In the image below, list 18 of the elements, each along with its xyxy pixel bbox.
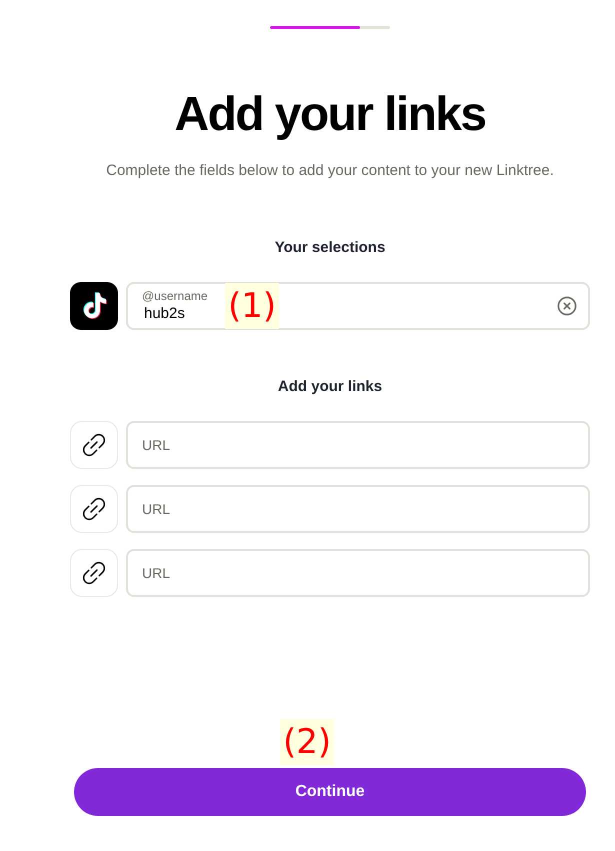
url-input-field[interactable]: URL — [126, 549, 590, 597]
clear-icon — [557, 296, 577, 316]
section-heading: Your selections — [274, 238, 386, 258]
annotation-label: (2) — [280, 719, 334, 765]
page-subtitle: Complete the fields below to add your content to your new Linktree. — [105, 161, 555, 181]
page-title: Add your links — [174, 87, 486, 143]
section-heading: Add your links — [276, 377, 384, 397]
field-label: @username — [142, 289, 208, 303]
annotation-label: (1) — [225, 283, 280, 329]
clear-button[interactable] — [556, 295, 578, 317]
username-input[interactable]: hub2s — [144, 305, 204, 323]
url-input-field[interactable]: URL — [126, 421, 590, 469]
link-icon — [82, 497, 106, 521]
app-logo-icon — [70, 282, 118, 330]
continue-button[interactable]: Continue — [74, 768, 586, 816]
link-icon — [82, 561, 106, 585]
url-input-field[interactable]: URL — [126, 485, 590, 533]
link-icon — [82, 433, 106, 457]
